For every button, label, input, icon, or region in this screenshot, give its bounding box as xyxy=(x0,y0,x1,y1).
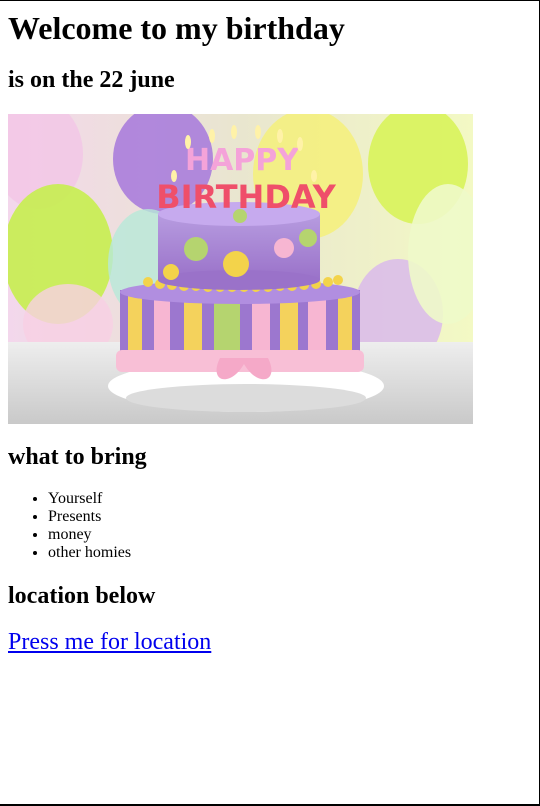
location-link[interactable]: Press me for location xyxy=(8,629,211,656)
list-item: Yourself xyxy=(48,490,131,508)
cake-banner-bottom: BIRTHDAY xyxy=(156,178,336,216)
list-item: other homies xyxy=(48,544,131,562)
location-heading: location below xyxy=(8,583,156,609)
list-item: Presents xyxy=(48,508,131,526)
window-top-border xyxy=(0,0,540,1)
cake-banner-top: HAPPY xyxy=(185,143,300,178)
birthday-date-heading: is on the 22 june xyxy=(8,67,175,93)
birthday-cake-image: HAPPY BIRTHDAY xyxy=(8,114,473,424)
page-title: Welcome to my birthday xyxy=(8,10,345,46)
what-to-bring-heading: what to bring xyxy=(8,444,147,470)
list-item: money xyxy=(48,526,131,544)
bring-list: Yourself Presents money other homies xyxy=(8,490,131,562)
